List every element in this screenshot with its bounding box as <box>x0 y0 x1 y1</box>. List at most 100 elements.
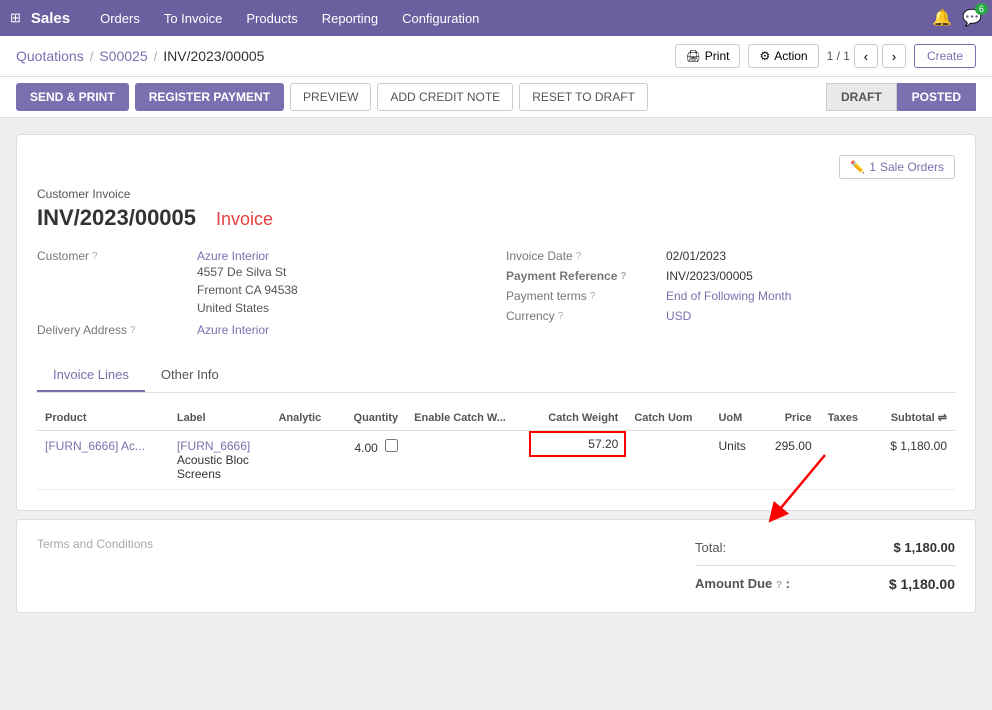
action-bar: SEND & PRINT REGISTER PAYMENT PREVIEW AD… <box>0 77 992 118</box>
label-line2: Acoustic Bloc <box>177 453 249 467</box>
col-enable-catch: Enable Catch W... <box>406 405 528 431</box>
register-payment-button[interactable]: REGISTER PAYMENT <box>135 83 284 111</box>
messages-badge: 6 <box>975 3 988 15</box>
breadcrumb-actions: 🖨 Print ⚙ Action 1 / 1 ‹ › Create <box>675 44 976 68</box>
page-navigation: 1 / 1 ‹ › <box>827 44 906 68</box>
page-info: 1 / 1 <box>827 49 850 63</box>
doc-type: Customer Invoice <box>37 187 273 201</box>
notifications-icon[interactable]: 🔔 <box>932 8 952 28</box>
delivery-help-icon: ? <box>130 325 136 336</box>
customer-help-icon: ? <box>92 251 98 262</box>
invoice-card: ✏️ 1 Sale Orders Customer Invoice INV/20… <box>16 134 976 511</box>
payment-terms-help-icon: ? <box>590 291 596 302</box>
col-catch-uom: Catch Uom <box>626 405 710 431</box>
app-grid-icon[interactable]: ⊞ <box>10 10 21 26</box>
invoice-date-help-icon: ? <box>576 251 582 262</box>
nav-reporting[interactable]: Reporting <box>312 5 388 32</box>
invoice-date-value: 02/01/2023 <box>666 249 726 263</box>
customer-name[interactable]: Azure Interior <box>197 249 298 263</box>
amount-due-value: $ 1,180.00 <box>889 576 955 592</box>
invoice-header: Customer ? Azure Interior 4557 De Silva … <box>37 249 955 343</box>
preview-button[interactable]: PREVIEW <box>290 83 371 111</box>
quantity-cell: 4.00 <box>337 431 406 490</box>
currency-help-icon: ? <box>558 311 564 322</box>
main-content: ✏️ 1 Sale Orders Customer Invoice INV/20… <box>0 118 992 629</box>
total-row: Total: $ 1,180.00 <box>695 536 955 559</box>
product-link[interactable]: [FURN_6666] Ac... <box>45 439 145 453</box>
taxes-cell <box>820 431 873 490</box>
col-catch-weight: Catch Weight <box>529 405 627 431</box>
tab-other-info[interactable]: Other Info <box>145 359 235 392</box>
label-line1[interactable]: [FURN_6666] <box>177 439 250 453</box>
nav-orders[interactable]: Orders <box>90 5 150 32</box>
action-button[interactable]: ⚙ Action <box>748 44 818 68</box>
quantity-value: 4.00 <box>354 441 377 455</box>
add-credit-note-button[interactable]: ADD CREDIT NOTE <box>377 83 513 111</box>
print-button[interactable]: 🖨 Print <box>675 44 741 68</box>
invoice-left: Customer ? Azure Interior 4557 De Silva … <box>37 249 486 343</box>
totals-divider <box>695 565 955 566</box>
catch-weight-value[interactable]: 57.20 <box>529 431 627 457</box>
amount-due-label: Amount Due ? : <box>695 576 790 592</box>
status-draft-button[interactable]: DRAFT <box>826 83 897 111</box>
quantity-checkbox[interactable] <box>385 439 398 452</box>
total-value: $ 1,180.00 <box>894 540 955 555</box>
messages-icon[interactable]: 💬 6 <box>962 8 982 28</box>
status-bar: DRAFT POSTED <box>826 83 976 111</box>
send-print-button[interactable]: SEND & PRINT <box>16 83 129 111</box>
subtotal-cell: $ 1,180.00 <box>872 431 955 490</box>
payment-ref-label: Payment Reference ? <box>506 269 666 283</box>
next-page-button[interactable]: › <box>882 44 906 68</box>
sale-orders-label: Sale Orders <box>880 160 944 174</box>
breadcrumb-sep-1: / <box>90 49 94 64</box>
table-container: Product Label Analytic Quantity Enable C… <box>37 405 955 490</box>
invoice-footer: Terms and Conditions Total: $ 1,180.00 A… <box>16 519 976 613</box>
nav-to-invoice[interactable]: To Invoice <box>154 5 233 32</box>
table-row: [FURN_6666] Ac... [FURN_6666] Acoustic B… <box>37 431 955 490</box>
label-cell: [FURN_6666] Acoustic Bloc Screens <box>169 431 271 490</box>
doc-number: INV/2023/00005 <box>37 205 196 231</box>
customer-address: 4557 De Silva StFremont CA 94538United S… <box>197 263 298 317</box>
payment-terms-value[interactable]: End of Following Month <box>666 289 791 303</box>
settings-icon[interactable]: ⇌ <box>938 412 947 424</box>
sale-orders-count: 1 <box>869 160 876 174</box>
breadcrumb-current: INV/2023/00005 <box>163 48 264 64</box>
col-quantity: Quantity <box>337 405 406 431</box>
sale-orders-button[interactable]: ✏️ 1 Sale Orders <box>839 155 955 179</box>
tab-invoice-lines[interactable]: Invoice Lines <box>37 359 145 392</box>
tabs: Invoice Lines Other Info <box>37 359 955 393</box>
payment-terms-field: Payment terms ? End of Following Month <box>506 289 955 303</box>
col-price: Price <box>760 405 820 431</box>
currency-value[interactable]: USD <box>666 309 691 323</box>
nav-products[interactable]: Products <box>236 5 307 32</box>
customer-label: Customer ? <box>37 249 197 263</box>
delivery-address-field: Delivery Address ? Azure Interior <box>37 323 486 337</box>
printer-icon: 🖨 <box>686 49 701 63</box>
doc-label: Invoice <box>216 209 273 230</box>
payment-ref-help-icon: ? <box>620 271 626 282</box>
col-product: Product <box>37 405 169 431</box>
breadcrumb-bar: Quotations / S00025 / INV/2023/00005 🖨 P… <box>0 36 992 77</box>
terms-label: Terms and Conditions <box>37 537 153 551</box>
breadcrumb-quotations[interactable]: Quotations <box>16 48 84 64</box>
delivery-address-value[interactable]: Azure Interior <box>197 323 269 337</box>
create-button[interactable]: Create <box>914 44 976 68</box>
app-name[interactable]: Sales <box>31 10 70 27</box>
payment-ref-value: INV/2023/00005 <box>666 269 753 283</box>
total-label: Total: <box>695 540 726 555</box>
currency-field: Currency ? USD <box>506 309 955 323</box>
col-taxes: Taxes <box>820 405 873 431</box>
currency-label: Currency ? <box>506 309 666 323</box>
status-posted-button[interactable]: POSTED <box>897 83 976 111</box>
breadcrumb-s00025[interactable]: S00025 <box>99 48 147 64</box>
col-analytic: Analytic <box>270 405 337 431</box>
invoice-right: Invoice Date ? 02/01/2023 Payment Refere… <box>506 249 955 343</box>
prev-page-button[interactable]: ‹ <box>854 44 878 68</box>
nav-configuration[interactable]: Configuration <box>392 5 489 32</box>
payment-terms-label: Payment terms ? <box>506 289 666 303</box>
catch-weight-cell-wrapper: 57.20 <box>529 431 627 490</box>
reset-to-draft-button[interactable]: RESET TO DRAFT <box>519 83 648 111</box>
payment-ref-field: Payment Reference ? INV/2023/00005 <box>506 269 955 283</box>
totals-section: Total: $ 1,180.00 Amount Due ? : $ 1,180… <box>695 536 955 596</box>
invoice-header-row: Customer Invoice INV/2023/00005 Invoice <box>37 187 955 233</box>
